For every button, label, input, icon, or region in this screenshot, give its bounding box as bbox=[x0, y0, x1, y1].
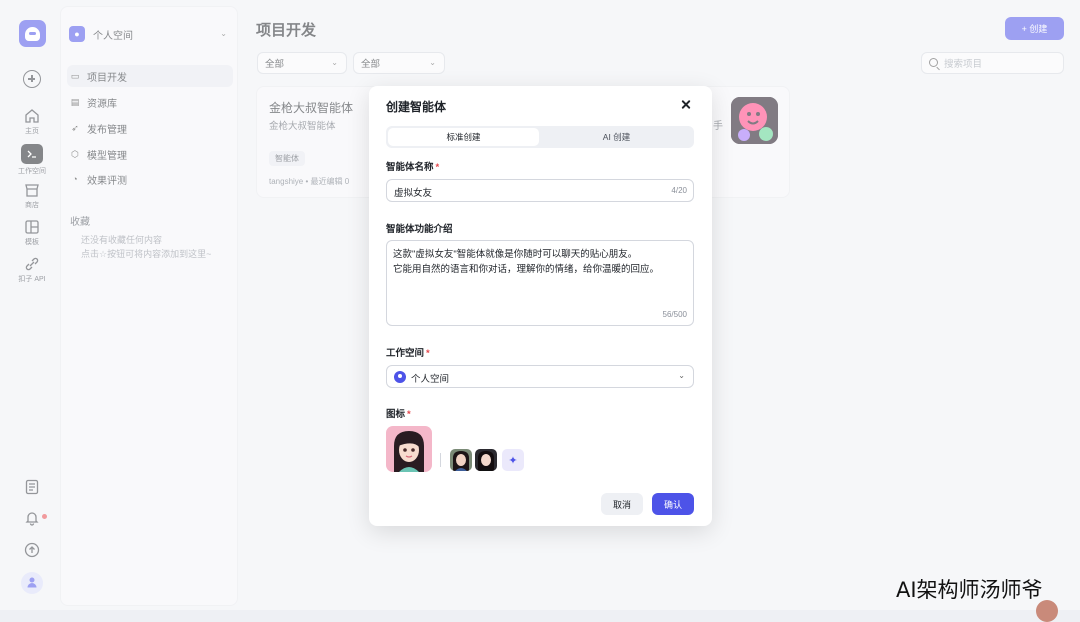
icon-label: 图标 * bbox=[386, 406, 411, 420]
required-mark: * bbox=[407, 409, 411, 420]
agent-avatar-preview[interactable] bbox=[386, 426, 432, 472]
cancel-button[interactable]: 取消 bbox=[601, 493, 643, 515]
workspace-select-value: 个人空间 bbox=[411, 374, 450, 385]
workspace-avatar-icon bbox=[394, 371, 406, 383]
confirm-button[interactable]: 确认 bbox=[652, 493, 694, 515]
workspace-label: 工作空间 * bbox=[386, 345, 430, 359]
create-mode-tabs: 标准创建 AI 创建 bbox=[386, 126, 694, 148]
icon-label-text: 图标 bbox=[386, 409, 406, 420]
desc-label: 智能体功能介绍 bbox=[386, 224, 453, 235]
required-mark: * bbox=[426, 348, 430, 359]
avatar-option-1[interactable] bbox=[450, 449, 472, 471]
name-label-text: 智能体名称 bbox=[386, 162, 434, 173]
create-agent-dialog: 创建智能体 标准创建 AI 创建 智能体名称 * 虚拟女友 4/20 智能体功能介… bbox=[369, 86, 712, 526]
ai-generate-icon[interactable]: ✦ bbox=[502, 449, 524, 471]
required-mark: * bbox=[435, 162, 440, 173]
chevron-down-icon: ⌄ bbox=[678, 371, 685, 380]
divider bbox=[440, 453, 441, 467]
tab-ai-create[interactable]: AI 创建 bbox=[541, 128, 692, 146]
agent-name-value: 虚拟女友 bbox=[394, 188, 433, 199]
agent-desc-line: 它能用自然的语言和你对话，理解你的情绪，给你温暖的回应。 bbox=[393, 264, 660, 275]
watermark-text: AI架构师汤师爷 bbox=[896, 578, 1043, 602]
name-label: 智能体名称 * bbox=[386, 159, 439, 173]
workspace-label-text: 工作空间 bbox=[386, 348, 425, 359]
desc-char-count: 56/500 bbox=[662, 310, 687, 319]
watermark-avatar bbox=[1036, 600, 1058, 622]
name-char-count: 4/20 bbox=[671, 186, 687, 195]
tab-standard-create[interactable]: 标准创建 bbox=[388, 128, 539, 146]
workspace-select[interactable]: 个人空间 ⌄ bbox=[386, 365, 694, 388]
agent-name-input[interactable]: 虚拟女友 4/20 bbox=[386, 179, 694, 202]
avatar-option-2[interactable] bbox=[475, 449, 497, 471]
agent-desc-textarea[interactable]: 这款"虚拟女友"智能体就像是你随时可以聊天的贴心朋友。 它能用自然的语言和你对话… bbox=[386, 240, 694, 326]
close-icon[interactable] bbox=[679, 98, 693, 112]
agent-desc-text: 这款"虚拟女友"智能体就像是你随时可以聊天的贴心朋友。 它能用自然的语言和你对话… bbox=[393, 247, 683, 277]
dialog-title: 创建智能体 bbox=[386, 100, 447, 114]
agent-desc-line: 这款"虚拟女友"智能体就像是你随时可以聊天的贴心朋友。 bbox=[393, 249, 638, 260]
